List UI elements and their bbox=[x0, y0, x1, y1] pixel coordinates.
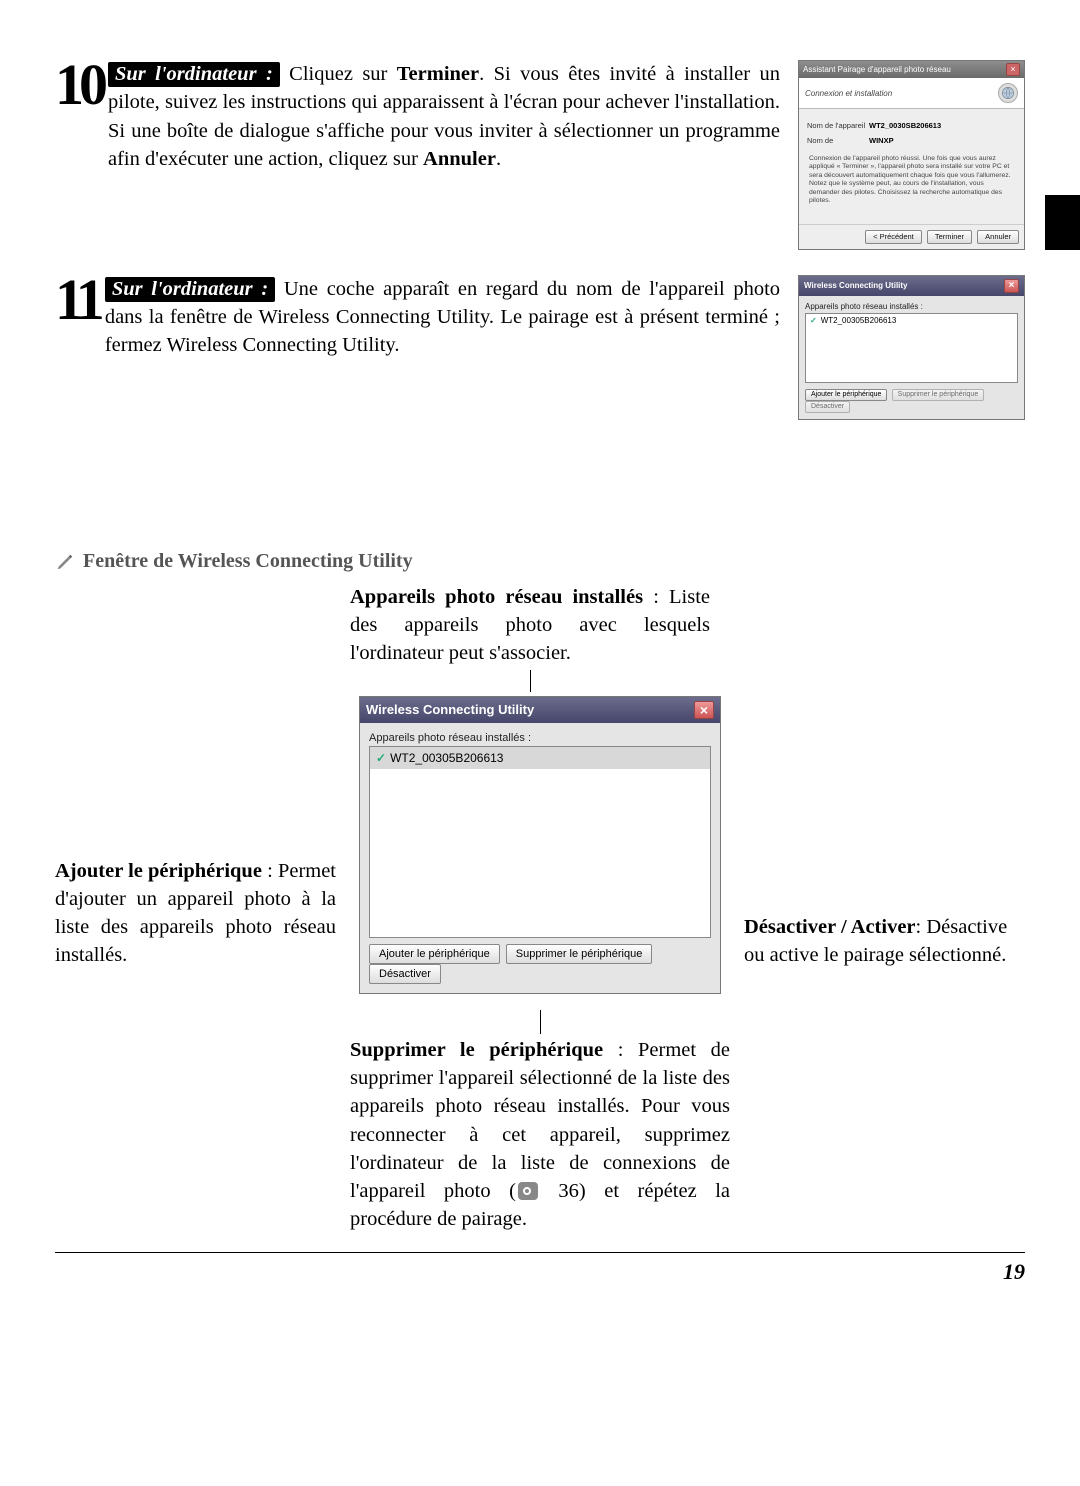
computer-tag: Sur l'ordinateur : bbox=[105, 277, 275, 302]
text-bold: Annuler bbox=[423, 148, 496, 170]
step-10-text: Sur l'ordinateur : Cliquez sur Terminer.… bbox=[108, 60, 780, 173]
page-number: 19 bbox=[55, 1259, 1025, 1285]
back-button[interactable]: < Précédent bbox=[865, 230, 922, 244]
list-item-label: WT2_00305B206613 bbox=[821, 316, 897, 325]
wizard-title: Assistant Pairage d'appareil photo résea… bbox=[803, 65, 951, 74]
text-bold: Terminer bbox=[397, 63, 479, 85]
camera-ref-icon bbox=[518, 1182, 538, 1200]
list-item-label: WT2_00305B206613 bbox=[390, 751, 503, 765]
device-listbox[interactable]: ✓ WT2_00305B206613 bbox=[369, 746, 711, 938]
close-icon[interactable]: × bbox=[1006, 63, 1020, 76]
device-name-value: WT2_0030SB206613 bbox=[869, 121, 941, 130]
callout-bold: Ajouter le périphérique bbox=[55, 860, 262, 882]
leader-line bbox=[530, 670, 531, 692]
text-fragment: . bbox=[496, 148, 501, 170]
pencil-icon bbox=[55, 550, 77, 572]
remove-device-button[interactable]: Supprimer le périphérique bbox=[506, 944, 653, 964]
step-10-row: 10 Sur l'ordinateur : Cliquez sur Termin… bbox=[55, 60, 1025, 250]
step-10-number: 10 bbox=[55, 60, 103, 109]
diagram-window: Wireless Connecting Utility × Appareils … bbox=[350, 696, 730, 994]
callout-bold: Désactiver / Activer bbox=[744, 916, 916, 938]
callout-top: Appareils photo réseau installés : Liste… bbox=[350, 583, 710, 696]
utility-screenshot-small: Wireless Connecting Utility × Appareils … bbox=[798, 275, 1025, 420]
device-listbox[interactable]: ✓ WT2_00305B206613 bbox=[805, 313, 1018, 383]
wizard-subtitle: Connexion et installation bbox=[805, 89, 892, 98]
diagram: Appareils photo réseau installés : Liste… bbox=[55, 583, 1025, 1234]
callout-text: : Permet de supprimer l'appareil sélecti… bbox=[350, 1039, 730, 1202]
step-11-row: 11 Sur l'ordinateur : Une coche apparaît… bbox=[55, 275, 1025, 420]
callout-bold: Supprimer le périphérique bbox=[350, 1039, 603, 1061]
check-icon: ✓ bbox=[810, 316, 817, 325]
wizard-blurb: Connexion de l'appareil photo réussi. Un… bbox=[807, 151, 1016, 216]
add-device-button[interactable]: Ajouter le périphérique bbox=[805, 389, 887, 401]
remove-device-button[interactable]: Supprimer le périphérique bbox=[892, 389, 985, 401]
cancel-button[interactable]: Annuler bbox=[977, 230, 1019, 244]
host-name-value: WINXP bbox=[869, 136, 894, 145]
footer-rule bbox=[55, 1252, 1025, 1253]
close-icon[interactable]: × bbox=[1004, 279, 1019, 293]
section-header: Fenêtre de Wireless Connecting Utility bbox=[55, 550, 1025, 573]
finish-button[interactable]: Terminer bbox=[927, 230, 972, 244]
computer-tag: Sur l'ordinateur : bbox=[108, 62, 280, 87]
check-icon: ✓ bbox=[376, 751, 386, 765]
wizard-screenshot: Assistant Pairage d'appareil photo résea… bbox=[798, 60, 1025, 250]
callout-left: Ajouter le périphérique : Permet d'ajout… bbox=[55, 857, 336, 994]
callout-bottom: Supprimer le périphérique : Permet de su… bbox=[350, 1006, 730, 1234]
close-icon[interactable]: × bbox=[694, 701, 714, 719]
leader-line bbox=[540, 1010, 541, 1034]
device-name-label: Nom de l'appareil bbox=[807, 121, 869, 130]
text-fragment: Cliquez sur bbox=[289, 63, 397, 85]
section-title: Fenêtre de Wireless Connecting Utility bbox=[83, 550, 413, 573]
utility-title: Wireless Connecting Utility bbox=[804, 281, 908, 290]
list-item[interactable]: ✓ WT2_00305B206613 bbox=[806, 314, 1017, 327]
add-device-button[interactable]: Ajouter le périphérique bbox=[369, 944, 500, 964]
page-tab bbox=[1045, 195, 1080, 250]
list-label: Appareils photo réseau installés : bbox=[805, 302, 1018, 311]
callout-ref: 36 bbox=[558, 1180, 579, 1202]
list-label: Appareils photo réseau installés : bbox=[369, 732, 711, 744]
utility-title: Wireless Connecting Utility bbox=[366, 702, 534, 717]
globe-icon bbox=[998, 83, 1018, 103]
callout-bold: Appareils photo réseau installés bbox=[350, 586, 643, 608]
callout-right: Désactiver / Activer: Désactive ou activ… bbox=[744, 913, 1025, 994]
step-11-text: Sur l'ordinateur : Une coche apparaît en… bbox=[105, 275, 780, 360]
disable-device-button[interactable]: Désactiver bbox=[369, 964, 441, 984]
host-name-label: Nom de bbox=[807, 136, 869, 145]
list-item[interactable]: ✓ WT2_00305B206613 bbox=[370, 747, 710, 769]
disable-device-button[interactable]: Désactiver bbox=[805, 401, 850, 413]
step-11-number: 11 bbox=[55, 275, 100, 324]
